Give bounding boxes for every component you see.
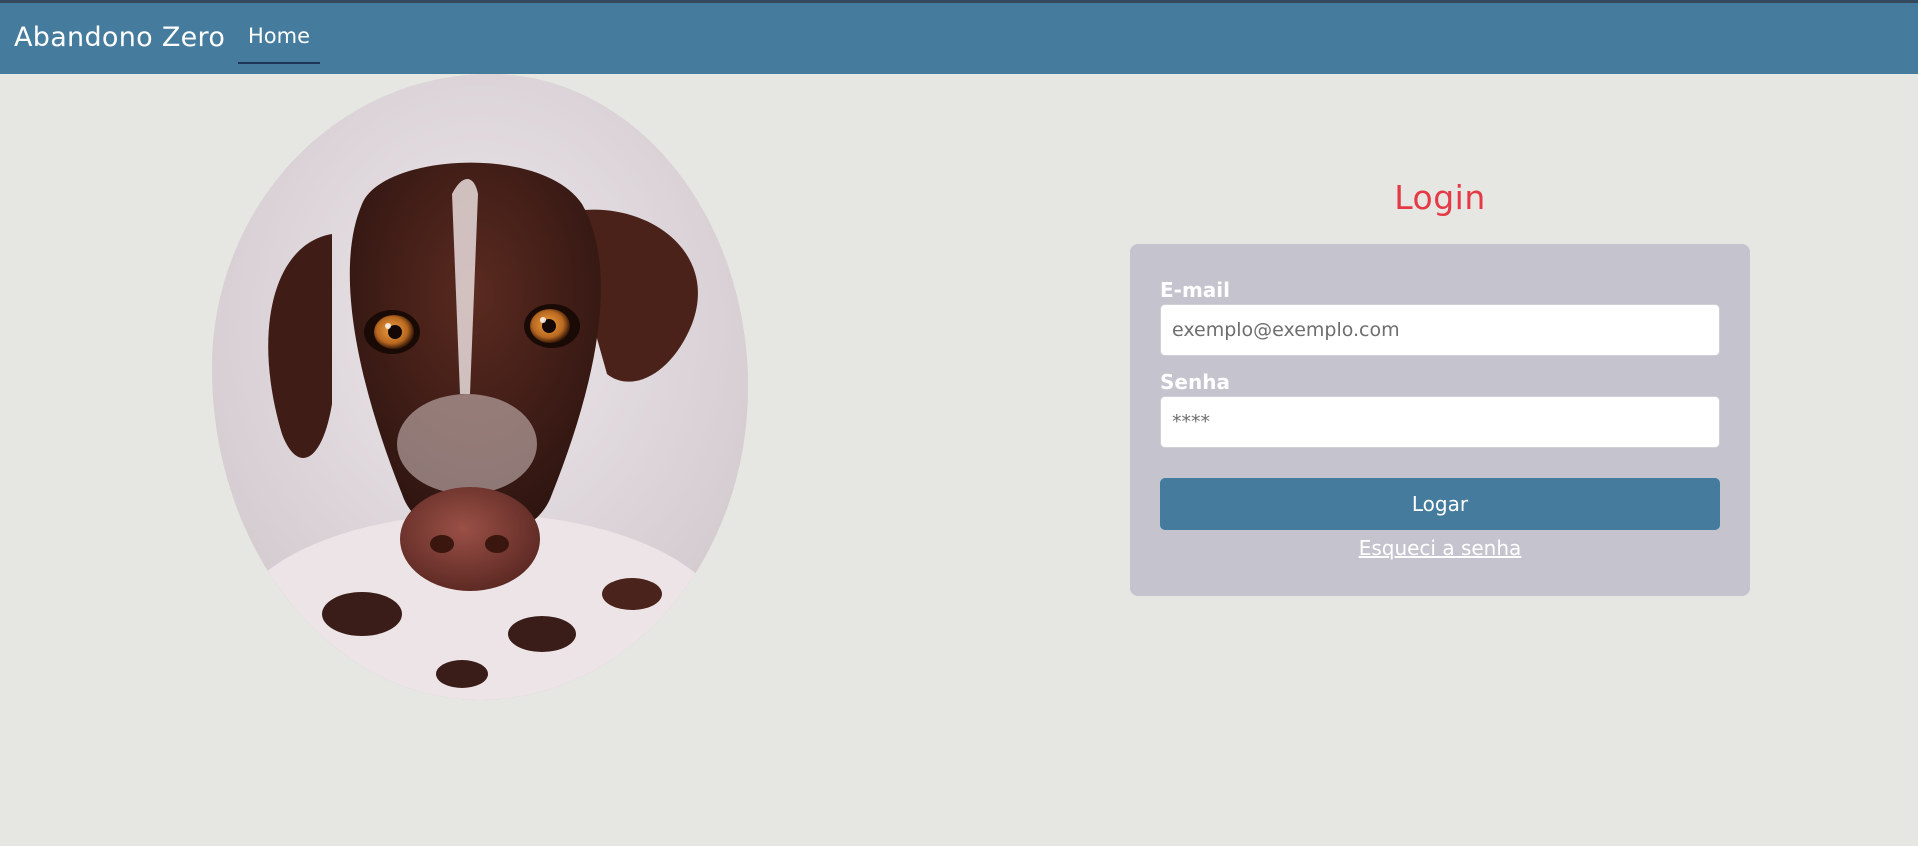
email-label: E-mail <box>1160 278 1231 302</box>
password-label: Senha <box>1160 370 1230 394</box>
dog-illustration <box>212 74 748 700</box>
nav-item-home[interactable]: Home <box>238 24 320 64</box>
login-form-card: E-mail Senha Logar Esqueci a senha <box>1130 244 1750 596</box>
password-input[interactable] <box>1160 396 1720 448</box>
hero-dog-image <box>212 74 748 700</box>
email-input[interactable] <box>1160 304 1720 356</box>
top-navbar: Abandono Zero Home <box>0 0 1918 74</box>
login-button[interactable]: Logar <box>1160 478 1720 530</box>
brand-title[interactable]: Abandono Zero <box>14 22 225 53</box>
login-title: Login <box>1394 178 1486 217</box>
forgot-password-link[interactable]: Esqueci a senha <box>1130 536 1750 560</box>
